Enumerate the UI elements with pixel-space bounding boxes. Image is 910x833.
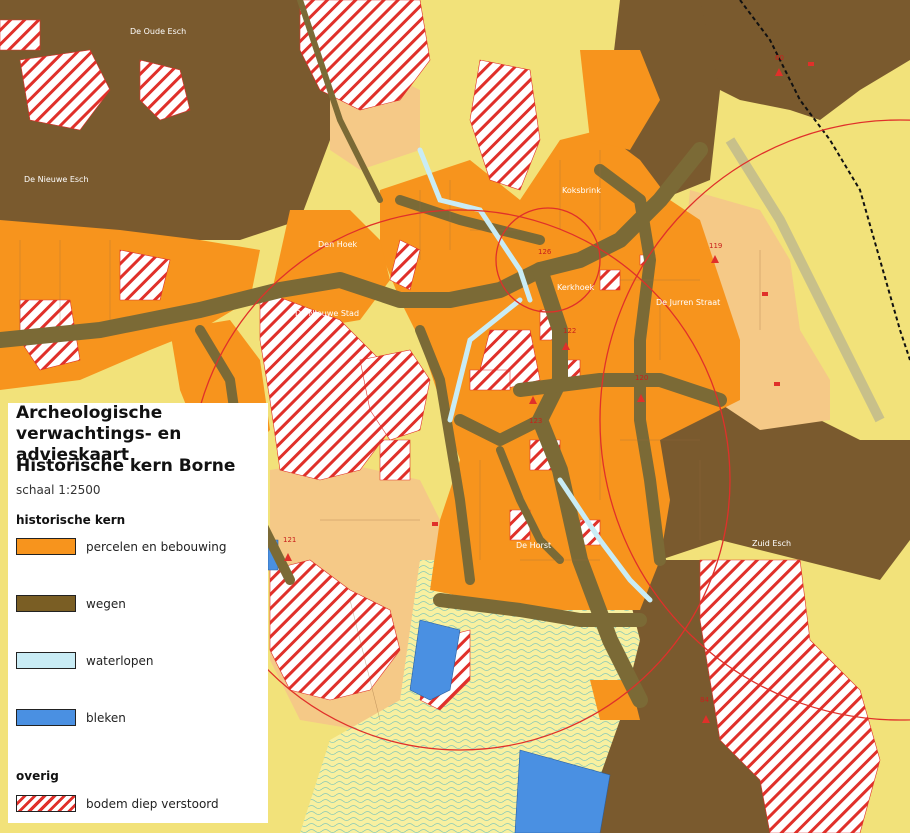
legend-swatch-waterways [16,652,76,669]
place-kerkhoek: Kerkhoek [557,283,595,292]
legend-label-bleaching: bleken [86,711,126,725]
legend-swatch-roads [16,595,76,612]
place-de-nieuwe-stad: De Nieuwe Stad [295,309,359,318]
legend-swatch-bleaching [16,709,76,726]
site-84-label: 84 [700,696,709,704]
place-de-horst: De Horst [516,541,551,550]
legend-label-waterways: waterlopen [86,654,154,668]
legend-section-other: overig [16,769,59,783]
site-126-label: 126 [538,248,552,256]
map-legend: Archeologische verwachtings- en advieska… [8,403,268,823]
legend-section-historic: historische kern [16,513,126,527]
legend-label-disturbed: bodem diep verstoord [86,797,219,811]
legend-label-parcels: percelen en bebouwing [86,540,227,554]
place-de-oude-esch: De Oude Esch [130,27,186,36]
site-122-label: 122 [563,327,576,335]
site-60-label: 60 [775,54,784,62]
site-120-label: 120 [635,374,648,382]
place-koksbrink: Koksbrink [562,186,601,195]
place-de-jurren-straat: De Jurren Straat [656,298,720,307]
legend-swatch-parcels [16,538,76,555]
legend-scale: schaal 1:2500 [16,483,101,497]
site-121-label: 121 [283,536,296,544]
legend-swatch-disturbed [16,795,76,812]
legend-label-roads: wegen [86,597,126,611]
place-zuid-esch: Zuid Esch [752,539,791,548]
place-den-hoek: Den Hoek [318,240,358,249]
legend-subtitle: Historische kern Borne [16,456,236,476]
site-119-label: 119 [709,242,722,250]
place-de-nieuwe-esch: De Nieuwe Esch [24,175,89,184]
site-123-label: 123 [529,417,542,425]
